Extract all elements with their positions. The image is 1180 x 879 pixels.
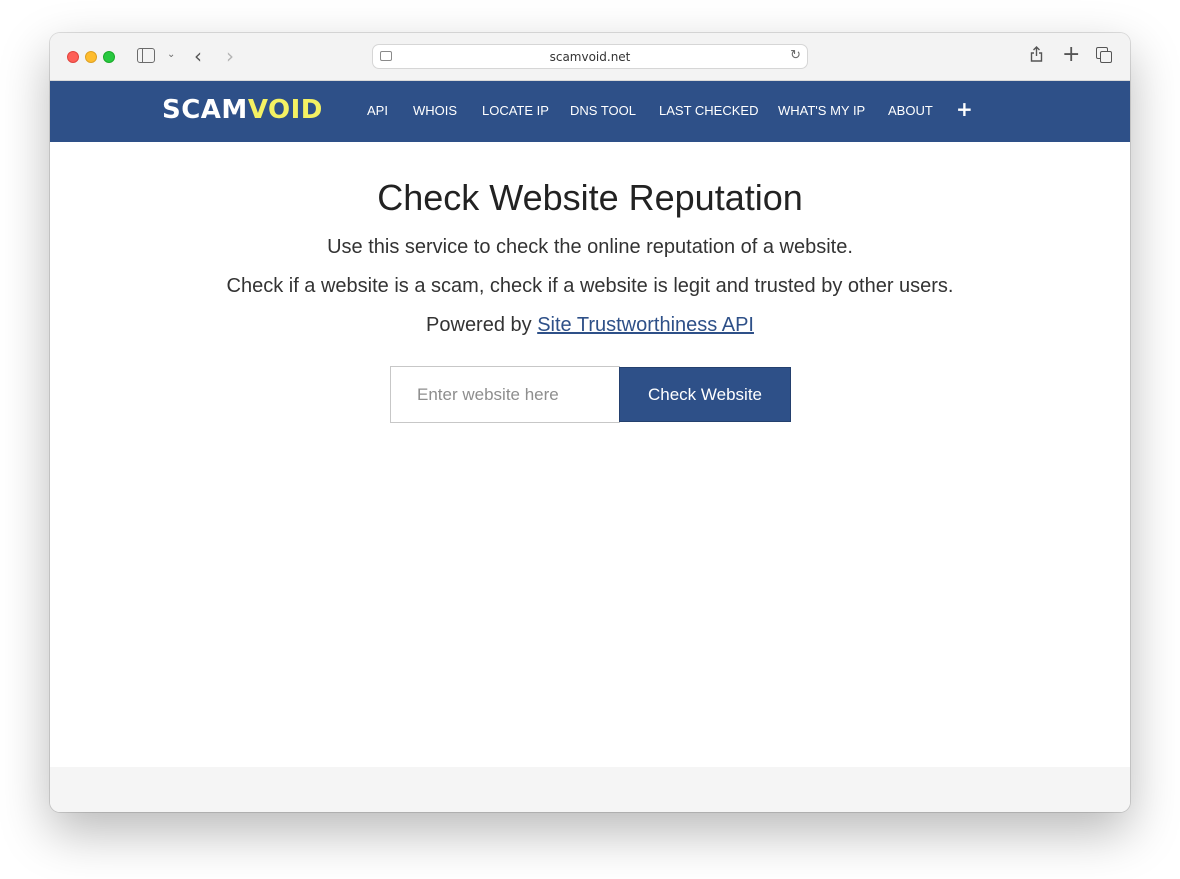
page-title: Check Website Reputation bbox=[377, 177, 803, 218]
zoom-window-button[interactable] bbox=[103, 51, 115, 63]
logo-text-void: VOID bbox=[247, 95, 323, 125]
back-icon[interactable]: ‹ bbox=[194, 44, 202, 68]
nav-more-icon[interactable]: + bbox=[956, 97, 973, 121]
tab-overview-icon[interactable] bbox=[1096, 47, 1112, 63]
close-window-button[interactable] bbox=[67, 51, 79, 63]
intro-text: Use this service to check the online rep… bbox=[327, 236, 853, 258]
site-navbar: SCAMVOID API WHOIS LOCATE IP DNS TOOL LA… bbox=[50, 81, 1130, 142]
forward-icon[interactable]: › bbox=[226, 44, 234, 68]
website-input[interactable] bbox=[390, 366, 620, 423]
main-content: Check Website Reputation Use this servic… bbox=[50, 142, 1130, 767]
nav-about[interactable]: ABOUT bbox=[888, 103, 933, 118]
reload-icon[interactable]: ↻ bbox=[790, 48, 801, 63]
nav-last-checked[interactable]: LAST CHECKED bbox=[659, 103, 758, 118]
nav-whois[interactable]: WHOIS bbox=[413, 103, 457, 118]
nav-api[interactable]: API bbox=[367, 103, 388, 118]
address-bar[interactable]: scamvoid.net ↻ bbox=[372, 44, 808, 69]
check-website-button[interactable]: Check Website bbox=[619, 367, 791, 422]
nav-whats-my-ip[interactable]: WHAT'S MY IP bbox=[778, 103, 865, 118]
share-icon[interactable] bbox=[1030, 46, 1043, 62]
powered-by-label: Powered by bbox=[426, 314, 538, 336]
footer bbox=[50, 767, 1130, 812]
new-tab-icon[interactable]: + bbox=[1062, 42, 1080, 67]
chevron-down-icon[interactable]: ⌄ bbox=[167, 49, 175, 60]
nav-locate-ip[interactable]: LOCATE IP bbox=[482, 103, 549, 118]
sidebar-icon[interactable] bbox=[137, 48, 155, 63]
logo-text-scam: SCAM bbox=[162, 95, 248, 125]
nav-dns-tool[interactable]: DNS TOOL bbox=[570, 103, 636, 118]
browser-window: ⌄ ‹ › scamvoid.net ↻ + SCAMVOID API WHOI… bbox=[50, 33, 1130, 812]
description-text: Check if a website is a scam, check if a… bbox=[226, 275, 954, 297]
browser-toolbar: ⌄ ‹ › scamvoid.net ↻ + bbox=[50, 33, 1130, 81]
powered-by-text: Powered by Site Trustworthiness API bbox=[50, 314, 1130, 337]
minimize-window-button[interactable] bbox=[85, 51, 97, 63]
site-logo[interactable]: SCAMVOID bbox=[162, 95, 323, 125]
url-text: scamvoid.net bbox=[549, 50, 631, 64]
search-form: Check Website bbox=[390, 366, 791, 423]
api-link[interactable]: Site Trustworthiness API bbox=[537, 314, 754, 336]
